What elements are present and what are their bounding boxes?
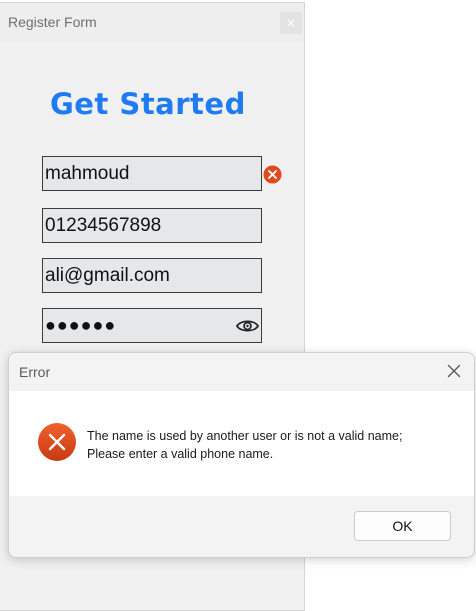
phone-input[interactable]: 01234567898	[42, 208, 262, 243]
register-form-titlebar: Register Form ×	[0, 3, 304, 41]
page-title: Get Started	[50, 87, 246, 121]
eye-icon[interactable]	[236, 318, 259, 334]
dialog-title: Error	[19, 364, 51, 380]
error-icon	[263, 165, 282, 184]
error-message-line-1: The name is used by another user or is n…	[87, 429, 403, 443]
password-input[interactable]: ●●●●●●	[42, 308, 262, 343]
name-input[interactable]: mahmoud	[42, 156, 262, 191]
ok-button[interactable]: OK	[354, 511, 451, 541]
close-icon[interactable]	[446, 363, 462, 379]
error-dialog: Error The name is used by another user o…	[8, 352, 475, 558]
email-input[interactable]: ali@gmail.com	[42, 258, 262, 293]
dialog-body: The name is used by another user or is n…	[9, 391, 474, 496]
window-title: Register Form	[8, 14, 97, 30]
error-message-line-2: Please enter a valid phone name.	[87, 447, 274, 461]
dialog-titlebar: Error	[9, 353, 474, 391]
close-button[interactable]: ×	[280, 12, 302, 34]
error-message: The name is used by another user or is n…	[87, 427, 467, 463]
error-icon	[38, 423, 76, 461]
